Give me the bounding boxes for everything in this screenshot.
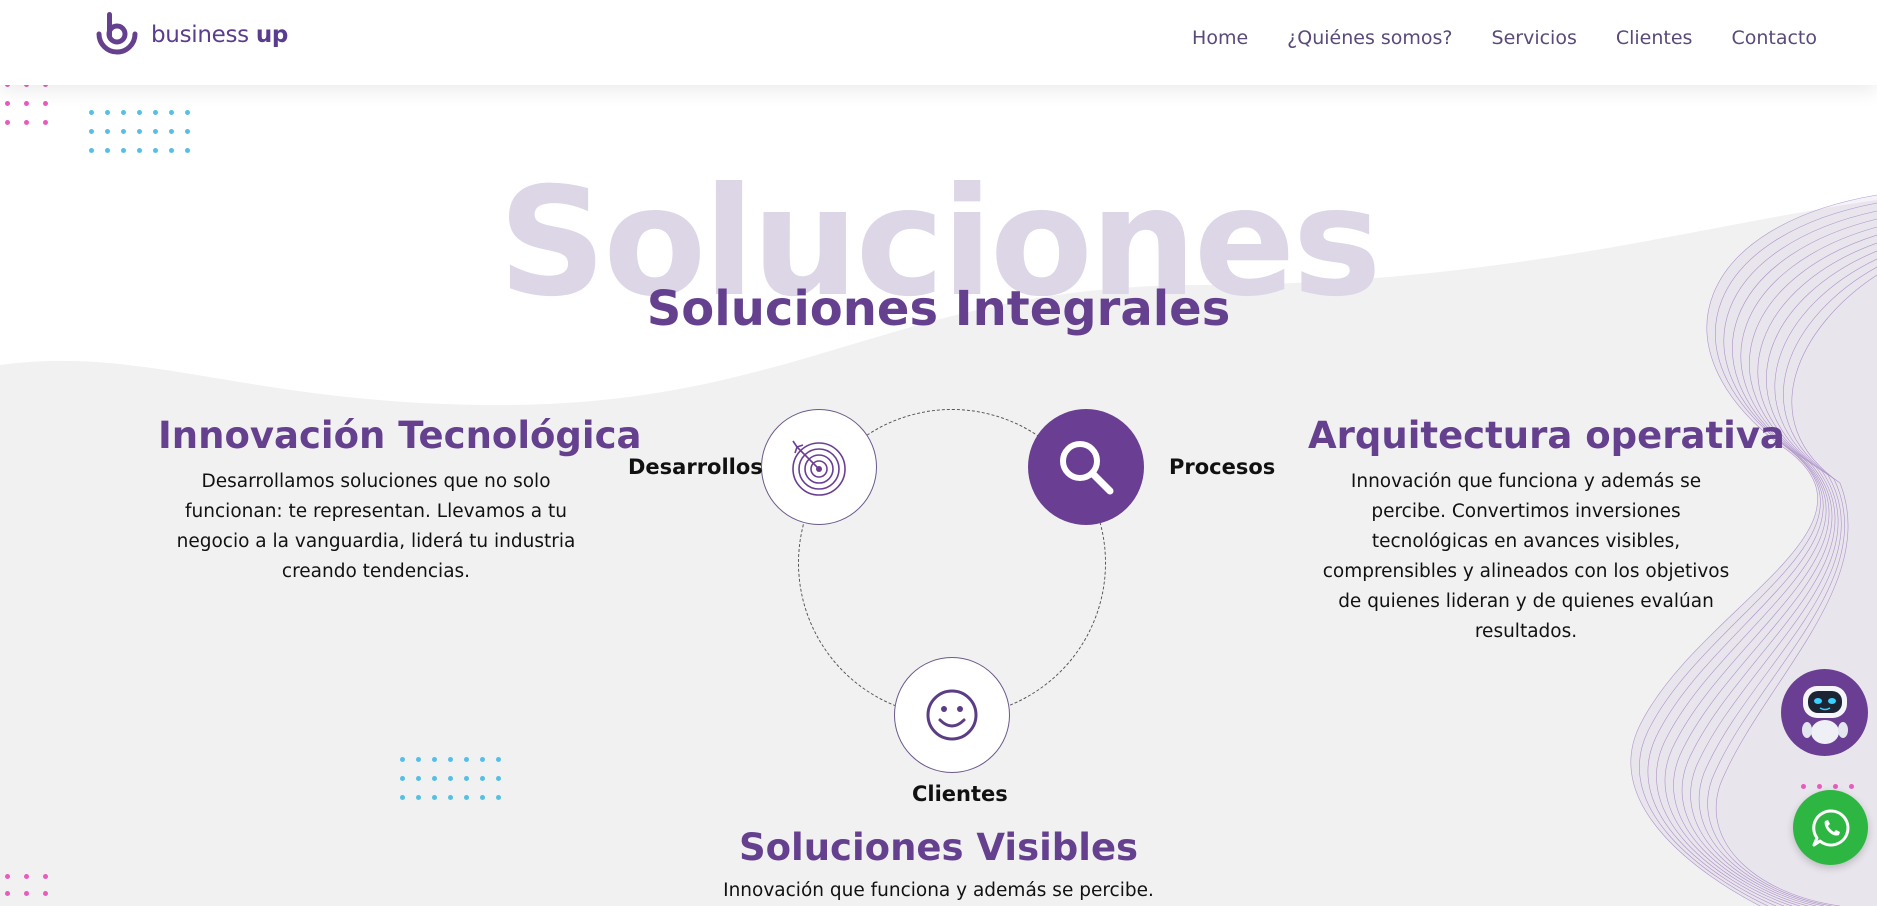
- whatsapp-button[interactable]: [1793, 790, 1868, 865]
- nav-contacto[interactable]: Contacto: [1731, 27, 1817, 49]
- search-icon: [1060, 441, 1114, 495]
- node-clientes[interactable]: [894, 657, 1010, 773]
- site-header: business up Home ¿Quiénes somos? Servici…: [0, 0, 1877, 85]
- node-label-desarrollos: Desarrollos: [628, 455, 763, 479]
- logo-text: business up: [151, 22, 289, 48]
- left-column-text: Desarrollamos soluciones que no solo fun…: [176, 471, 576, 582]
- chatbot-button[interactable]: [1781, 669, 1868, 756]
- right-column-title: Arquitectura operativa: [1308, 414, 1785, 457]
- nav-quienes-somos[interactable]: ¿Quiénes somos?: [1287, 27, 1452, 49]
- main-nav: Home ¿Quiénes somos? Servicios Clientes …: [1192, 27, 1817, 49]
- whatsapp-icon: [1811, 808, 1849, 846]
- visible-solutions-text: Innovación que funciona y además se perc…: [723, 880, 1154, 901]
- dots-blue-top-left: [89, 110, 190, 153]
- logo[interactable]: business up: [93, 12, 288, 58]
- dots-blue-bottom-left: [400, 757, 501, 800]
- visible-solutions-title: Soluciones Visibles: [738, 826, 1139, 869]
- page: business up Home ¿Quiénes somos? Servici…: [0, 0, 1877, 906]
- target-icon: [792, 440, 846, 496]
- right-column-text: Innovación que funciona y además se perc…: [1322, 471, 1730, 642]
- node-desarrollos[interactable]: [761, 409, 877, 525]
- node-procesos[interactable]: [1028, 409, 1144, 525]
- section-title: Soluciones Integrales: [646, 281, 1231, 337]
- node-label-clientes: Clientes: [912, 782, 1008, 806]
- nav-home[interactable]: Home: [1192, 27, 1248, 49]
- nav-servicios[interactable]: Servicios: [1492, 27, 1577, 49]
- dots-pink-top-left: [5, 82, 48, 125]
- node-label-procesos: Procesos: [1169, 455, 1276, 479]
- smiley-icon: [926, 689, 978, 741]
- logo-icon: [96, 12, 138, 55]
- nav-clientes[interactable]: Clientes: [1616, 27, 1693, 49]
- left-column-title: Innovación Tecnológica: [158, 414, 642, 457]
- robot-icon: [1801, 685, 1848, 744]
